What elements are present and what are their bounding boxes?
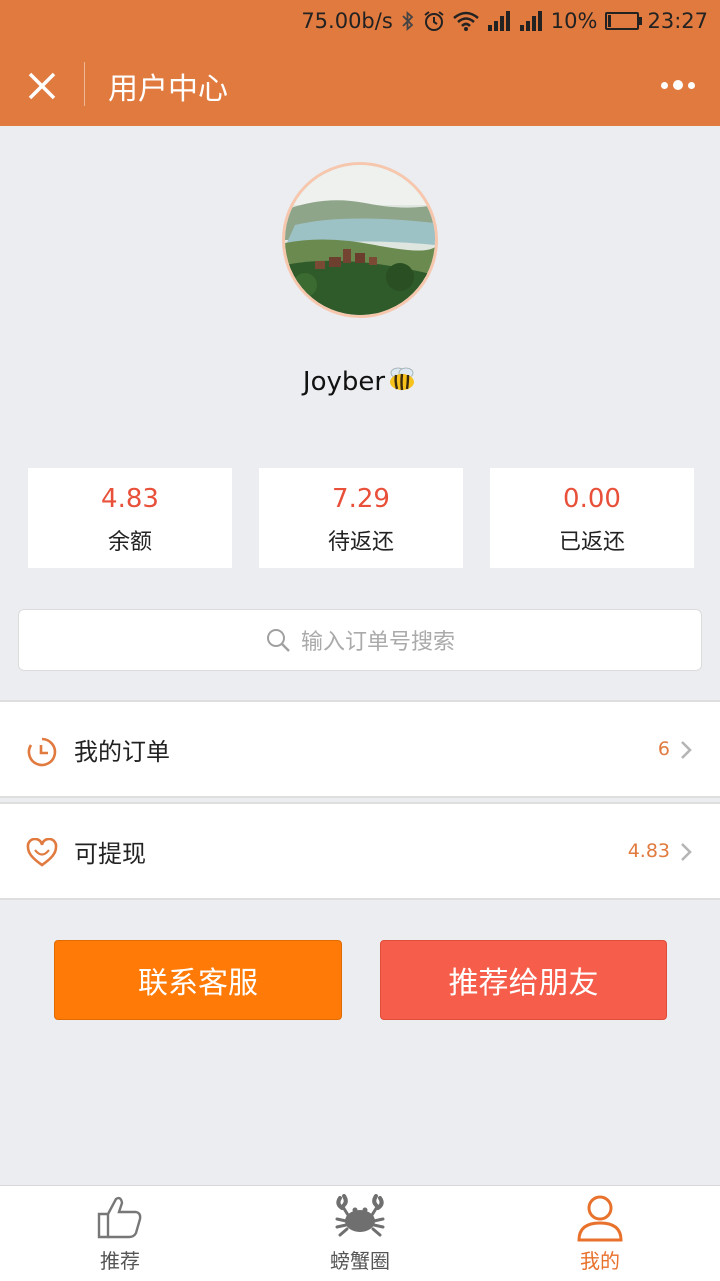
network-speed: 75.00b/s <box>301 9 393 33</box>
wifi-icon <box>452 11 479 31</box>
more-dot <box>673 80 683 90</box>
username: Joyber <box>0 366 720 399</box>
stat-value: 4.83 <box>101 484 159 514</box>
signal-icon <box>487 11 511 31</box>
bee-emoji-icon <box>387 366 417 399</box>
chevron-right-icon <box>680 842 692 866</box>
more-button[interactable] <box>656 68 700 102</box>
bluetooth-icon <box>401 10 415 32</box>
nav-bar: 用户中心 <box>0 44 720 126</box>
stat-refunded[interactable]: 0.00 已返还 <box>490 468 694 568</box>
stat-balance[interactable]: 4.83 余额 <box>28 468 232 568</box>
clock-time: 23:27 <box>647 9 708 33</box>
menu-item-value: 4.83 <box>627 840 670 862</box>
menu-item-label: 我的订单 <box>74 737 170 766</box>
search-placeholder: 输入订单号搜索 <box>300 630 455 655</box>
heart-icon <box>26 837 58 872</box>
search-input[interactable]: 输入订单号搜索 <box>18 609 702 671</box>
menu-item-label: 可提现 <box>74 839 146 868</box>
tab-label: 螃蟹圈 <box>330 1249 390 1273</box>
header: 75.00b/s 10% 23:27 用户中心 <box>0 0 720 126</box>
battery-icon <box>605 12 643 30</box>
stat-pending-refund[interactable]: 7.29 待返还 <box>259 468 463 568</box>
menu-item-my-orders[interactable]: 我的订单 6 <box>0 700 720 798</box>
crab-icon <box>334 1194 386 1242</box>
recommend-to-friend-button[interactable]: 推荐给朋友 <box>380 940 667 1020</box>
avatar-landscape-image <box>285 165 435 315</box>
tab-bar: 推荐 螃蟹圈 我的 <box>0 1185 720 1281</box>
stat-label: 余额 <box>107 530 152 555</box>
clock-icon <box>26 736 58 772</box>
status-bar: 75.00b/s 10% 23:27 <box>301 6 708 36</box>
thumbs-up-icon <box>96 1194 144 1244</box>
tab-recommend[interactable]: 推荐 <box>0 1186 240 1281</box>
alarm-icon <box>423 10 445 32</box>
more-dot <box>661 81 668 89</box>
contact-support-button[interactable]: 联系客服 <box>54 940 342 1020</box>
menu-item-withdrawable[interactable]: 可提现 4.83 <box>0 802 720 900</box>
battery-level-fill <box>608 15 612 27</box>
stat-value: 0.00 <box>563 484 621 514</box>
tab-label: 我的 <box>580 1249 620 1273</box>
stat-label: 已返还 <box>558 530 625 555</box>
search-icon <box>266 629 290 652</box>
user-icon <box>576 1194 624 1246</box>
nav-divider <box>84 62 85 106</box>
close-icon <box>28 72 56 100</box>
tab-label: 推荐 <box>100 1249 140 1273</box>
username-text: Joyber <box>302 367 386 397</box>
avatar[interactable] <box>282 162 438 318</box>
tab-mine[interactable]: 我的 <box>480 1186 720 1281</box>
menu-item-value: 6 <box>657 738 670 760</box>
tab-crab-circle[interactable]: 螃蟹圈 <box>240 1186 480 1281</box>
page-title: 用户中心 <box>108 72 228 107</box>
chevron-right-icon <box>680 740 692 764</box>
close-button[interactable] <box>18 62 66 110</box>
more-dot <box>688 81 695 89</box>
signal-icon <box>519 11 543 31</box>
battery-percent: 10% <box>550 9 598 33</box>
stat-label: 待返还 <box>327 530 394 555</box>
stat-value: 7.29 <box>332 484 390 514</box>
